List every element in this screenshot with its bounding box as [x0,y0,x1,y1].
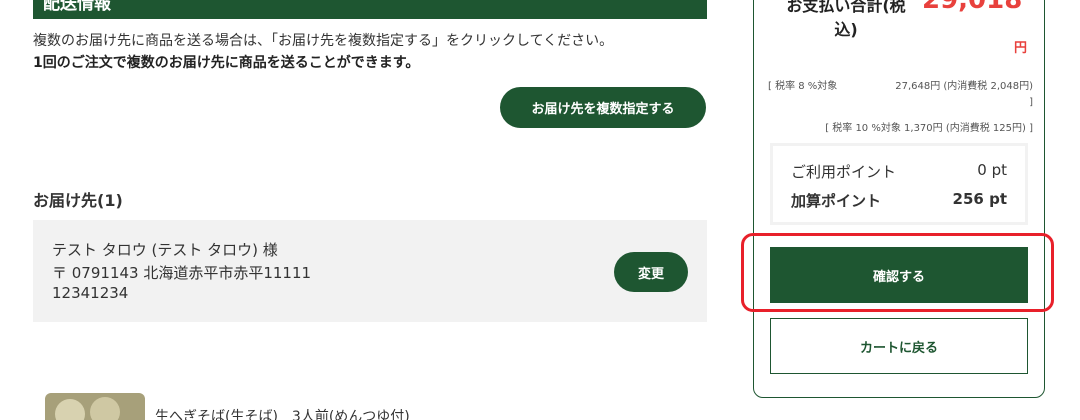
total-label: お支払い合計(税込) [786,0,906,39]
back-to-cart-button[interactable]: カートに戻る [770,318,1028,374]
multi-destination-notice: 複数のお届け先に商品を送る場合は、「お届け先を複数指定する」をクリックしてくださ… [33,33,614,49]
points-used-value: 0 pt [977,161,1007,179]
tax-8-label: [ 税率 8 %対象 [768,81,838,92]
tax-10-percent-row: [ 税率 10 %対象 1,370円 (内消費税 125円) ] [825,123,1033,134]
currency-unit: 円 [1014,41,1028,56]
total-amount: 29,018 [922,0,1023,15]
points-used-label: ご利用ポイント [791,163,897,181]
confirm-button[interactable]: 確認する [770,247,1028,303]
destination-card: テスト タロウ (テスト タロウ) 様 〒 0791143 北海道赤平市赤平11… [33,220,707,322]
multiple-destinations-button[interactable]: お届け先を複数指定する [500,87,706,128]
product-image [45,393,145,420]
points-added-row: 加算ポイント 256 pt [791,190,1007,211]
section-title: 配送情報 [43,0,111,14]
tax-8-bracket: ] [1029,97,1033,108]
section-header: 配送情報 [33,0,707,19]
points-added-value: 256 pt [952,190,1007,208]
points-box: ご利用ポイント 0 pt 加算ポイント 256 pt [770,143,1028,225]
recipient-phone: 12341234 [52,284,129,302]
product-name: 生へぎそば(生そば) 3人前(めんつゆ付) [155,409,410,420]
tax-8-value: 27,648円 (内消費税 2,048円) [895,81,1033,92]
change-destination-button[interactable]: 変更 [614,252,688,292]
multi-destination-note: 1回のご注文で複数のお届け先に商品を送ることができます。 [33,55,420,71]
points-added-label: 加算ポイント [791,192,882,210]
recipient-name: テスト タロウ (テスト タロウ) 様 [52,241,278,259]
points-used-row: ご利用ポイント 0 pt [791,161,1007,182]
tax-8-percent-row: [ 税率 8 %対象 27,648円 (内消費税 2,048円) ] [768,79,1033,108]
destination-heading: お届け先(1) [33,191,123,210]
recipient-address: 〒 0791143 北海道赤平市赤平11111 [52,264,312,282]
